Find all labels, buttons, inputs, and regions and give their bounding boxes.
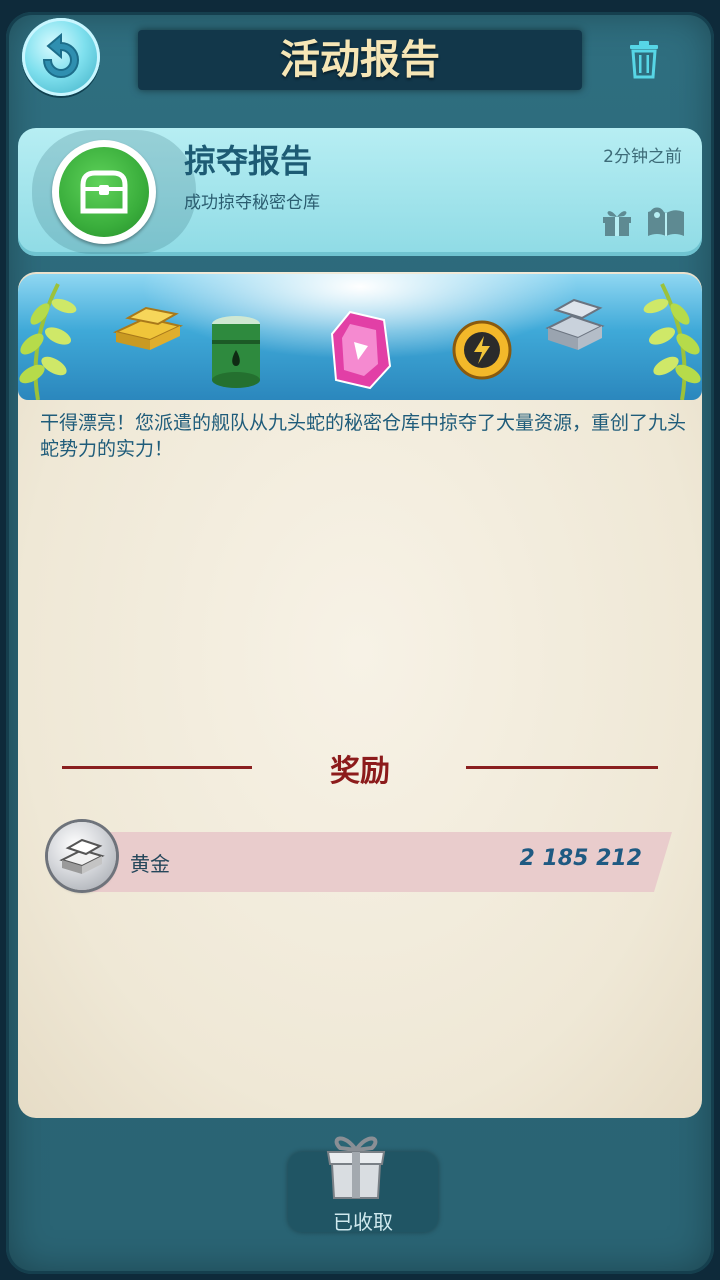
- laurel-right-decoration: [643, 283, 701, 400]
- reward-name: 黄金: [130, 852, 170, 876]
- gem-image: [330, 310, 392, 390]
- reward-row: 黄金 2 185 212: [78, 832, 672, 892]
- report-subtitle: 成功掠夺秘密仓库: [184, 193, 320, 213]
- gold-bars-icon: [59, 838, 105, 874]
- reward-value: 2 185 212: [519, 846, 642, 871]
- reward-icon-badge: [48, 822, 116, 890]
- gift-box-icon: [326, 1136, 386, 1199]
- chest-icon: [80, 170, 128, 214]
- report-message: 干得漂亮！您派遣的舰队从九头蛇的秘密仓库中掠夺了大量资源，重创了九头蛇势力的实力…: [40, 412, 687, 460]
- trash-icon[interactable]: [626, 40, 662, 80]
- book-icon: [648, 207, 684, 236]
- report-body-panel: 干得漂亮！您派遣的舰队从九头蛇的秘密仓库中掠夺了大量资源，重创了九头蛇势力的实力…: [18, 272, 702, 1118]
- laurel-left-decoration: [19, 283, 77, 400]
- gift-icon: [603, 211, 631, 236]
- report-type-badge: [52, 140, 156, 244]
- report-title: 掠夺报告: [184, 142, 313, 180]
- energy-gear-image: [452, 320, 512, 380]
- oil-barrel-image: [212, 316, 260, 388]
- divider-line-right: [466, 766, 658, 769]
- collect-label: 已收取: [333, 1210, 393, 1234]
- steel-ingots-image: [545, 298, 605, 350]
- gold-bars-image: [112, 306, 184, 350]
- report-header-card: 掠夺报告 成功掠夺秘密仓库 2分钟之前: [18, 128, 702, 256]
- report-timestamp: 2分钟之前: [603, 147, 682, 167]
- page-title: 活动报告: [280, 37, 440, 83]
- loot-banner-image: [18, 274, 702, 400]
